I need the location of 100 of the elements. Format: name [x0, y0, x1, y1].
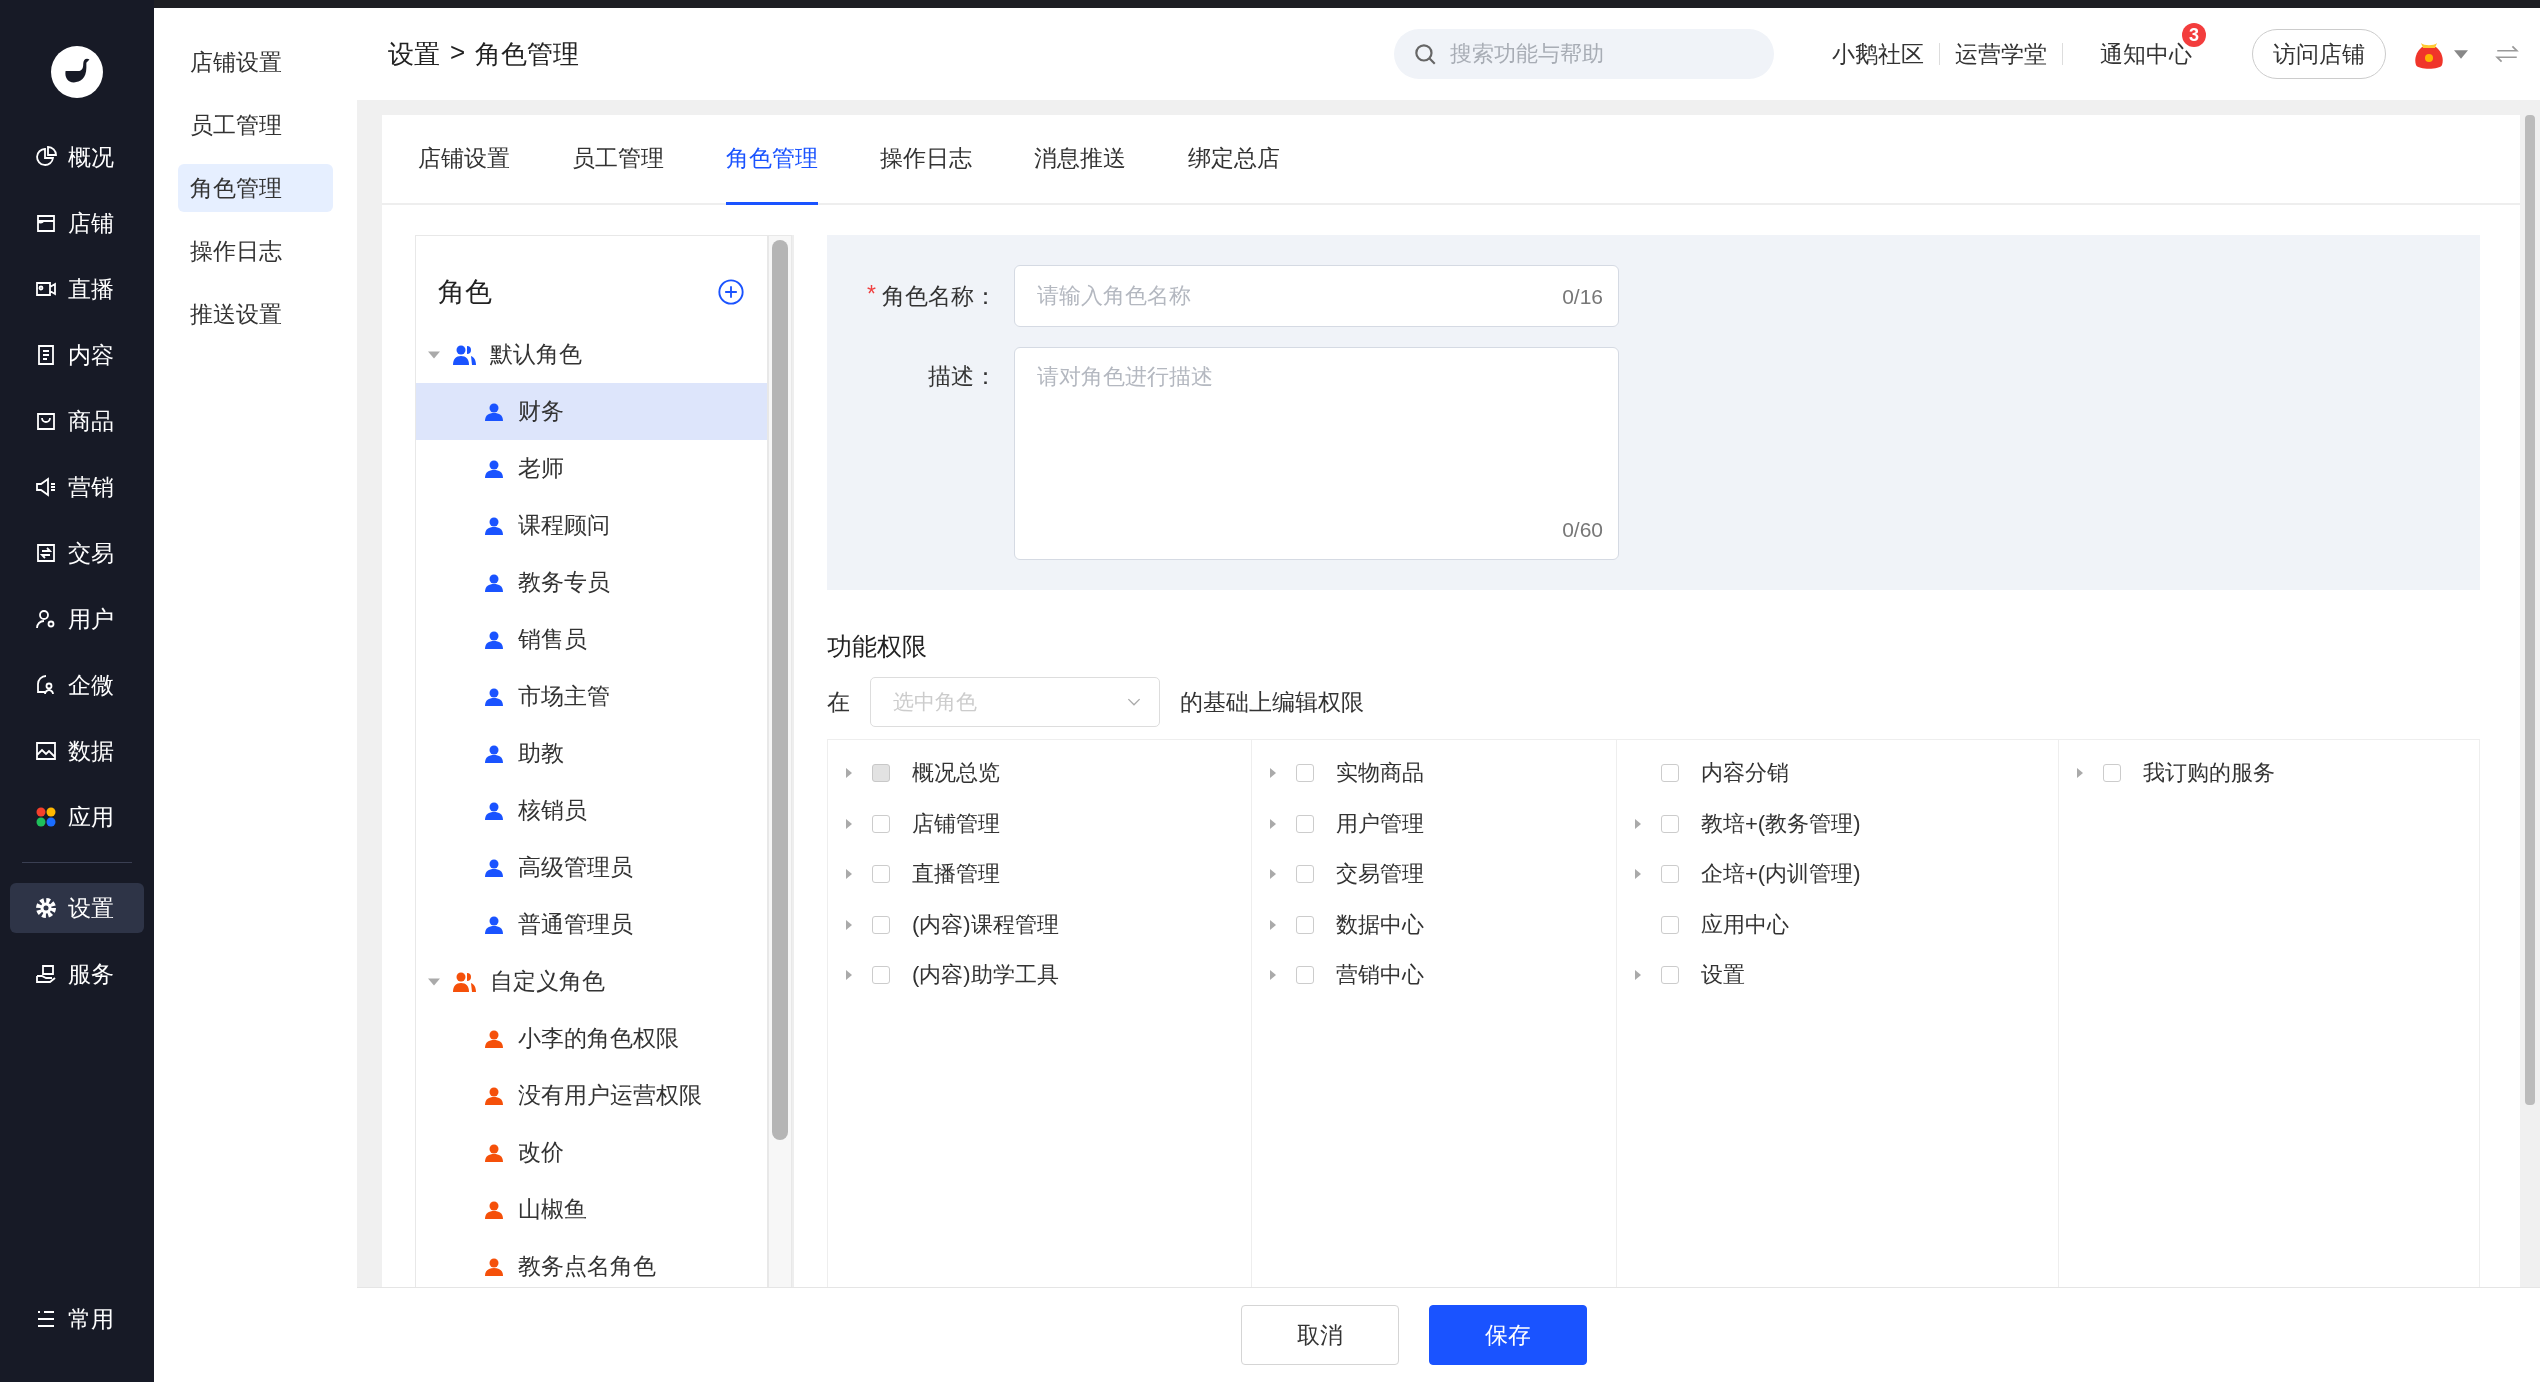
checkbox[interactable]: [872, 966, 890, 985]
sidebar-item[interactable]: 商品: [10, 396, 144, 446]
add-icon[interactable]: [717, 278, 745, 306]
subnav-item[interactable]: 操作日志: [178, 227, 333, 275]
checkbox[interactable]: [872, 915, 890, 934]
tab[interactable]: 消息推送: [1034, 115, 1126, 205]
caret-icon[interactable]: [2454, 49, 2468, 59]
subnav-item[interactable]: 推送设置: [178, 290, 333, 338]
expand-icon[interactable]: [846, 919, 852, 930]
sidebar-item[interactable]: 服务: [10, 949, 144, 999]
breadcrumb-item[interactable]: 设置: [388, 36, 440, 72]
field-label: 角色名称：: [882, 281, 997, 311]
expand-icon[interactable]: [1270, 869, 1276, 880]
tab[interactable]: 绑定总店: [1188, 115, 1280, 205]
tab[interactable]: 角色管理: [726, 115, 818, 205]
checkbox[interactable]: [1296, 865, 1314, 884]
subnav-item[interactable]: 角色管理: [178, 164, 333, 212]
sidebar-item[interactable]: 数据: [10, 726, 144, 776]
expand-icon[interactable]: [1635, 869, 1641, 880]
sidebar-item[interactable]: 概况: [10, 132, 144, 182]
permission-label: 实物商品: [1336, 759, 1424, 788]
expand-icon[interactable]: [1270, 818, 1276, 829]
sidebar-item[interactable]: 企微: [10, 660, 144, 710]
expand-icon[interactable]: [846, 869, 852, 880]
cancel-button[interactable]: 取消: [1240, 1305, 1399, 1365]
role-item[interactable]: 小李的角色权限: [416, 1010, 767, 1067]
permission-label: 数据中心: [1336, 910, 1424, 939]
megaphone-icon: [34, 475, 58, 499]
permission-label: 用户管理: [1336, 809, 1424, 838]
expand-icon[interactable]: [1270, 768, 1276, 779]
checkbox[interactable]: [2103, 764, 2121, 783]
checkbox[interactable]: [1661, 764, 1679, 783]
expand-icon[interactable]: [846, 970, 852, 981]
role-item[interactable]: 核销员: [416, 782, 767, 839]
role-item[interactable]: 财务: [416, 383, 767, 440]
tab[interactable]: 操作日志: [880, 115, 972, 205]
search-field[interactable]: 搜索功能与帮助: [1394, 29, 1774, 79]
role-item[interactable]: 市场主管: [416, 668, 767, 725]
sidebar-item[interactable]: 交易: [10, 528, 144, 578]
tree-group[interactable]: 默认角色: [416, 326, 767, 383]
expand-icon[interactable]: [1270, 970, 1276, 981]
checkbox[interactable]: [1661, 865, 1679, 884]
role-item[interactable]: 教务专员: [416, 554, 767, 611]
role-item[interactable]: 课程顾问: [416, 497, 767, 554]
user-icon: [484, 744, 504, 763]
expand-icon[interactable]: [1270, 919, 1276, 930]
sidebar-item[interactable]: 店铺: [10, 198, 144, 248]
role-item[interactable]: 高级管理员: [416, 839, 767, 896]
sidebar-item[interactable]: 营销: [10, 462, 144, 512]
header-link[interactable]: 运营学堂: [1955, 40, 2047, 67]
save-button[interactable]: 保存: [1428, 1305, 1587, 1365]
subnav-item[interactable]: 店铺设置: [178, 38, 333, 86]
tab[interactable]: 店铺设置: [418, 115, 510, 205]
checkbox[interactable]: [1661, 814, 1679, 833]
permission-label: 我订购的服务: [2143, 759, 2275, 788]
scrollbar[interactable]: [2525, 115, 2535, 1105]
visit-store-button[interactable]: 访问店铺: [2252, 29, 2386, 79]
checkbox[interactable]: [1296, 915, 1314, 934]
logo-icon: [51, 46, 103, 98]
role-item[interactable]: 销售员: [416, 611, 767, 668]
scrollbar[interactable]: [772, 240, 788, 1140]
permission-label: 概况总览: [912, 759, 1000, 788]
panel-title: 角色: [438, 276, 492, 309]
role-item[interactable]: 没有用户运营权限: [416, 1067, 767, 1124]
expand-icon[interactable]: [1635, 818, 1641, 829]
character-counter: 0/60: [1562, 518, 1603, 542]
user-icon: [484, 630, 504, 649]
checkbox[interactable]: [872, 814, 890, 833]
gear-icon: [34, 896, 58, 920]
expand-icon[interactable]: [1635, 970, 1641, 981]
role-item[interactable]: 教务点名角色: [416, 1238, 767, 1287]
checkbox[interactable]: [1661, 966, 1679, 985]
user-icon: [484, 1257, 504, 1276]
permission-label: (内容)助学工具: [912, 961, 1059, 990]
tree-group[interactable]: 自定义角色: [416, 953, 767, 1010]
subnav-item[interactable]: 员工管理: [178, 101, 333, 149]
role-item[interactable]: 老师: [416, 440, 767, 497]
expand-icon[interactable]: [2077, 768, 2083, 779]
header-link[interactable]: 小鹅社区: [1832, 40, 1924, 67]
user-icon: [484, 516, 504, 535]
checkbox[interactable]: [1296, 814, 1314, 833]
user-icon: [484, 1200, 504, 1219]
sidebar-item[interactable]: 用户: [10, 594, 144, 644]
tab[interactable]: 员工管理: [572, 115, 664, 205]
checkbox[interactable]: [1661, 915, 1679, 934]
role-item[interactable]: 改价: [416, 1124, 767, 1181]
role-item[interactable]: 普通管理员: [416, 896, 767, 953]
role-item[interactable]: 山椒鱼: [416, 1181, 767, 1238]
permission-label: 直播管理: [912, 860, 1000, 889]
sidebar-item[interactable]: 直播: [10, 264, 144, 314]
expand-icon[interactable]: [846, 818, 852, 829]
sidebar-item[interactable]: 内容: [10, 330, 144, 380]
role-item[interactable]: 助教: [416, 725, 767, 782]
checkbox[interactable]: [1296, 966, 1314, 985]
checkbox[interactable]: [1296, 764, 1314, 783]
sidebar-item[interactable]: 应用: [10, 792, 144, 842]
sidebar-item[interactable]: 常用: [10, 1294, 144, 1344]
chevron-down-icon: [1127, 697, 1141, 707]
checkbox[interactable]: [872, 865, 890, 884]
sidebar-item[interactable]: 设置: [10, 883, 144, 933]
